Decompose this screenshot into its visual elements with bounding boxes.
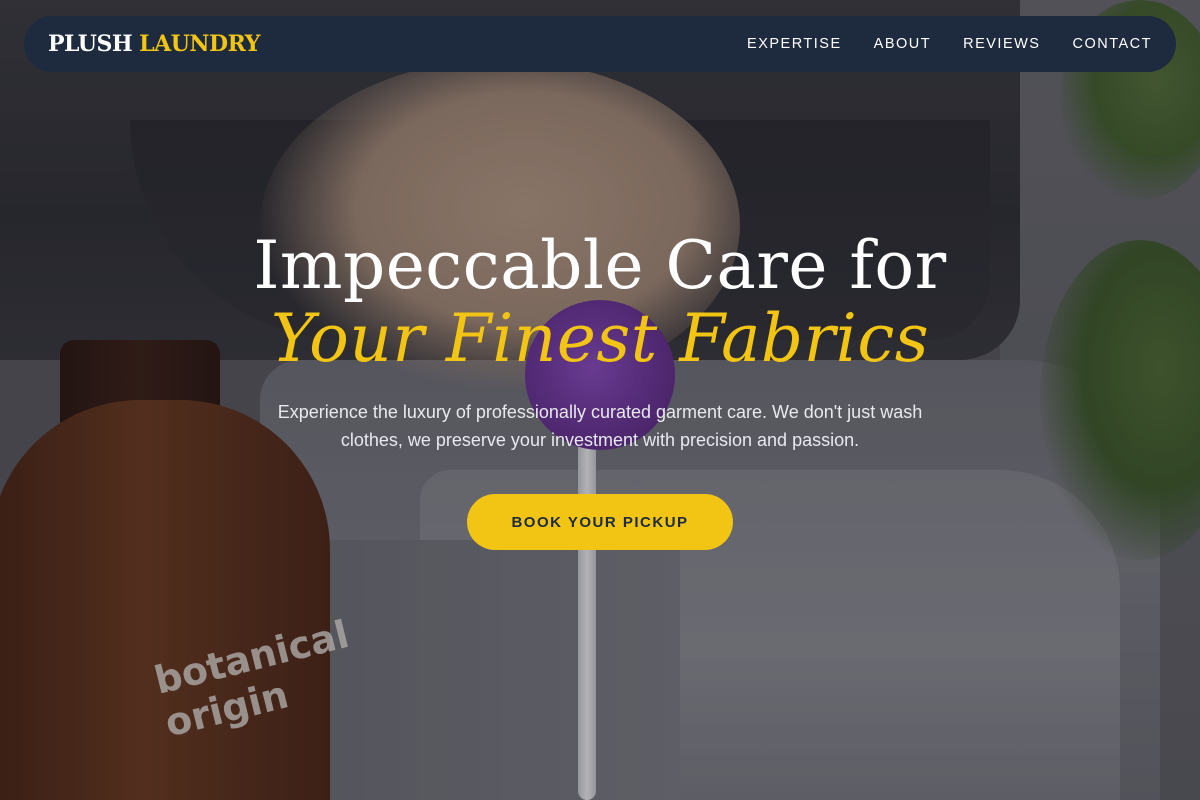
hero-subtitle: Experience the luxury of professionally … [277, 402, 923, 450]
hero-section: botanical origin PLUSH LAUNDRY EXPERTISE… [0, 0, 1200, 800]
nav-links: EXPERTISE ABOUT REVIEWS CONTACT [747, 35, 1152, 53]
hero-headline: Impeccable Care for [253, 227, 947, 304]
nav-link-contact[interactable]: CONTACT [1072, 36, 1152, 52]
nav-link-about[interactable]: ABOUT [874, 36, 931, 52]
brand-name-part-2: LAUNDRY [139, 31, 260, 57]
hero-content: Impeccable Care for Your Finest Fabrics … [0, 228, 1200, 550]
navbar: PLUSH LAUNDRY EXPERTISE ABOUT REVIEWS CO… [24, 16, 1176, 72]
book-pickup-button[interactable]: BOOK YOUR PICKUP [467, 494, 733, 550]
brand-name-part-1: PLUSH [48, 31, 133, 57]
hero-headline-accent: Your Finest Fabrics [270, 300, 930, 377]
nav-link-reviews[interactable]: REVIEWS [963, 36, 1040, 52]
nav-link-expertise[interactable]: EXPERTISE [747, 36, 842, 52]
brand-logo[interactable]: PLUSH LAUNDRY [48, 31, 260, 57]
